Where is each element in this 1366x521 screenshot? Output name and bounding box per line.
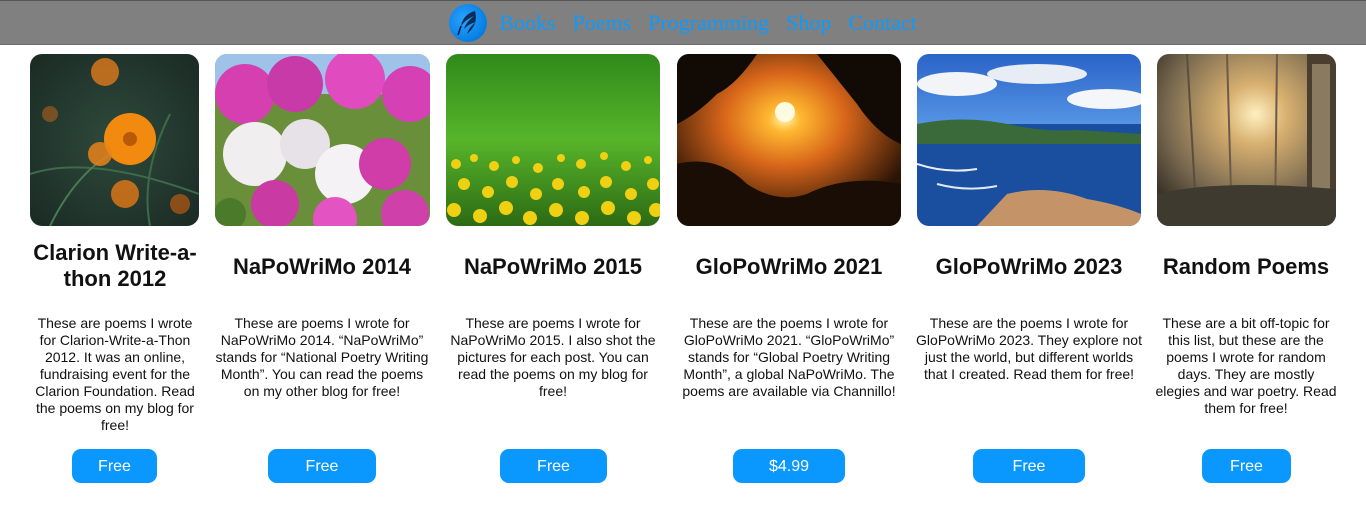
card-image-orange-flowers[interactable] [30, 54, 199, 226]
nav-link-books[interactable]: Books [499, 11, 555, 34]
nav-link-shop[interactable]: Shop [786, 11, 831, 34]
card-description: These are a bit off-topic for this list,… [1155, 315, 1337, 416]
card-description: These are poems I wrote for NaPoWriMo 20… [450, 315, 656, 399]
card-title: NaPoWriMo 2015 [463, 254, 643, 279]
card-title: Clarion Write-a-thon 2012 [33, 240, 197, 291]
free-button[interactable]: Free [1202, 449, 1291, 483]
free-button[interactable]: Free [72, 449, 157, 483]
free-button[interactable]: Free [973, 449, 1085, 483]
top-navbar: Books Poems Programming Shop Contact [0, 0, 1366, 45]
feather-logo-icon[interactable] [449, 3, 488, 42]
card-description: These are poems I wrote for Clarion-Writ… [35, 315, 195, 433]
card-image-sunset-trees[interactable] [677, 54, 901, 226]
card-title: Random Poems [1162, 254, 1330, 279]
free-button[interactable]: Free [268, 449, 376, 483]
card-title: NaPoWriMo 2014 [232, 254, 412, 279]
free-button[interactable]: Free [500, 449, 607, 483]
card-image-bougainvillea[interactable] [215, 54, 430, 226]
card-image-coastline[interactable] [917, 54, 1141, 226]
card-description: These are poems I wrote for NaPoWriMo 20… [215, 315, 429, 399]
nav-link-programming[interactable]: Programming [648, 11, 769, 34]
card-description: These are the poems I wrote for GloPoWri… [682, 315, 896, 399]
nav-link-contact[interactable]: Contact [848, 11, 916, 34]
card-description: These are the poems I wrote for GloPoWri… [916, 315, 1142, 382]
card-title: GloPoWriMo 2023 [935, 254, 1123, 279]
nav-link-poems[interactable]: Poems [572, 11, 631, 34]
price-button[interactable]: $4.99 [733, 449, 845, 483]
card-image-yellow-field[interactable] [446, 54, 660, 226]
card-title: GloPoWriMo 2021 [695, 254, 883, 279]
card-image-window-light[interactable] [1157, 54, 1336, 226]
